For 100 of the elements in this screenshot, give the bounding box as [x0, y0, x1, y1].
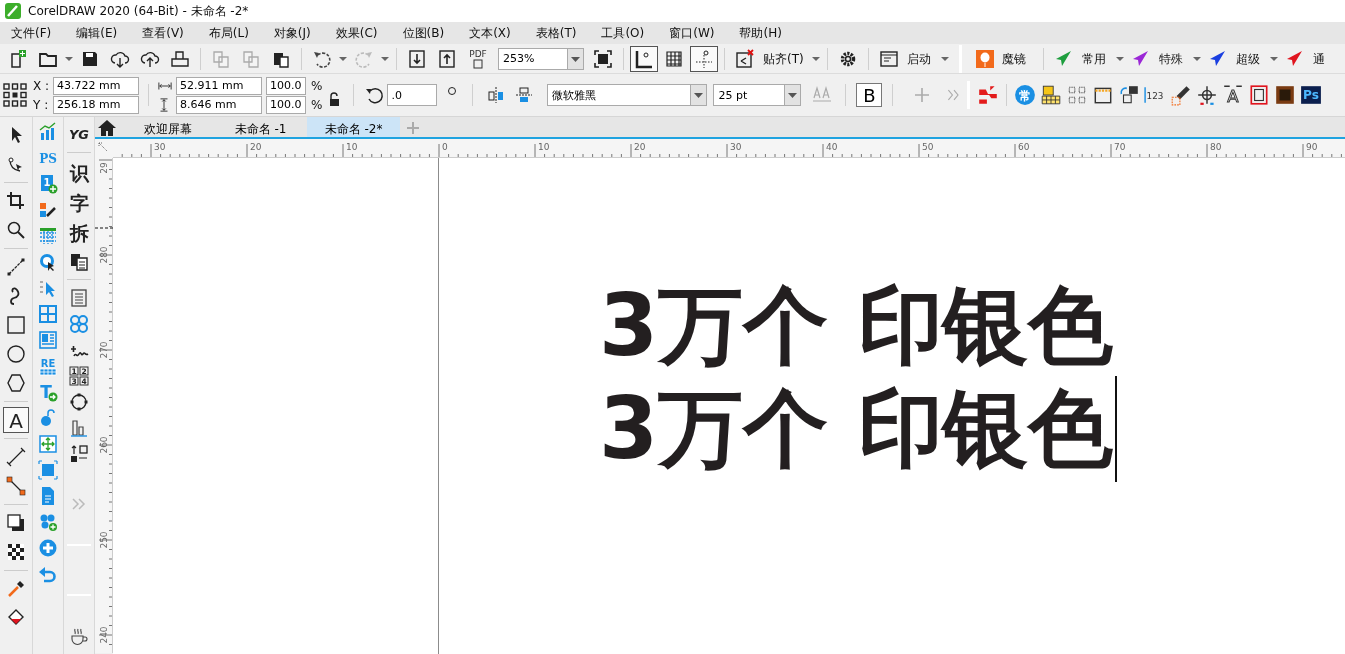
mirror-vertical-icon[interactable]	[514, 85, 535, 105]
text-tool-icon[interactable]: A	[3, 407, 29, 433]
print-icon[interactable]	[170, 48, 190, 69]
menu-item[interactable]: 帮助(H)	[728, 24, 796, 42]
menu-item[interactable]: 文本(X)	[458, 24, 525, 42]
circle-nodes-icon[interactable]	[69, 392, 89, 412]
launch-menu[interactable]: 启动	[906, 49, 931, 68]
scale-field[interactable]: 100.0	[266, 95, 307, 114]
layout-icon[interactable]	[38, 330, 58, 350]
character-tool[interactable]: 拆	[68, 221, 90, 245]
table-icon[interactable]	[38, 226, 58, 246]
anchor-points-icon[interactable]	[3, 83, 27, 107]
plugin-menu[interactable]: 超级	[1235, 49, 1260, 68]
plus-circle-icon[interactable]	[38, 538, 58, 558]
vertical-ruler[interactable]: 29 280 270 260 250 240	[95, 158, 113, 653]
copy-list-icon[interactable]	[69, 251, 89, 271]
full-screen-icon[interactable]	[593, 48, 613, 69]
menu-item[interactable]: 编辑(E)	[65, 24, 132, 42]
value-field[interactable]: 256.18 mm	[53, 95, 140, 114]
swap-icon[interactable]	[1118, 84, 1141, 106]
menu-item[interactable]: 文件(F)	[0, 24, 66, 42]
dropdown-button[interactable]	[690, 84, 708, 106]
field-label: Y :	[33, 96, 50, 114]
ruler-label: 80	[1210, 142, 1222, 152]
ruler-label: 30	[154, 142, 166, 152]
new-document-icon[interactable]	[8, 48, 28, 69]
move-icon[interactable]	[38, 434, 58, 454]
frame-border-icon[interactable]	[1248, 84, 1271, 106]
dropdown-button[interactable]	[784, 84, 802, 106]
rotate-icon[interactable]	[365, 85, 386, 105]
field-label: X :	[33, 77, 50, 95]
lock-icon[interactable]	[328, 92, 341, 106]
horizontal-ruler[interactable]: 30 20 10 0 10 20 30 40 50 60 70 80 90	[113, 139, 1345, 158]
rotation-field[interactable]: .0	[387, 84, 438, 106]
ruler-label: 30	[730, 142, 742, 152]
menu-item[interactable]: 位图(B)	[391, 24, 459, 42]
home-icon[interactable]	[97, 118, 117, 138]
menu-item[interactable]: 查看(V)	[131, 24, 198, 42]
plugin-button[interactable]: 魔镜	[1001, 49, 1026, 68]
value-field[interactable]: 43.722 mm	[53, 76, 140, 95]
guidelines-button[interactable]	[690, 45, 718, 72]
menu-item[interactable]: 对象(J)	[262, 24, 325, 42]
ruler-label: 10	[538, 142, 550, 152]
cursor-icon[interactable]	[38, 278, 58, 298]
artistic-text[interactable]: 3万个 印银色	[599, 276, 1113, 376]
group-add-icon[interactable]	[38, 512, 58, 532]
ruler-label: 70	[1114, 142, 1126, 152]
crosshair-icon[interactable]	[1196, 84, 1219, 106]
snap-menu[interactable]: 贴齐(T)	[763, 49, 804, 68]
plugin-menu[interactable]: 常用	[1081, 49, 1106, 68]
percent-label: %	[311, 77, 323, 95]
character-tool[interactable]: 字	[68, 191, 90, 215]
value-field[interactable]: 8.646 mm	[176, 95, 263, 114]
arrange-icon[interactable]	[69, 444, 89, 464]
menu-item[interactable]: 工具(O)	[590, 24, 659, 42]
value-field[interactable]: 52.911 mm	[176, 76, 263, 95]
selected-square-icon[interactable]	[38, 460, 58, 480]
ruler-label: 20	[634, 142, 646, 152]
balloon-icon[interactable]	[974, 48, 995, 69]
photo-frame-icon[interactable]	[1274, 84, 1297, 106]
ruler-label: 90	[1306, 142, 1318, 152]
dropdown-button[interactable]	[567, 47, 584, 70]
logo-icon[interactable]	[977, 84, 1000, 106]
color-picker-icon[interactable]	[38, 200, 58, 220]
ps-icon[interactable]: Ps	[1300, 84, 1323, 106]
export-icon[interactable]	[437, 48, 457, 69]
scale-field[interactable]: 100.0	[266, 76, 307, 95]
degree-icon	[447, 86, 458, 96]
bars-icon[interactable]	[69, 418, 89, 438]
color-picker-icon[interactable]	[1170, 84, 1193, 106]
font-size-field[interactable]: 25 pt	[713, 84, 785, 106]
flower-icon[interactable]	[69, 314, 89, 334]
ruler-label: 50	[922, 142, 934, 152]
drop-lock-icon[interactable]	[38, 408, 58, 428]
ruler-label: 280	[99, 246, 109, 264]
window-grid-icon[interactable]	[38, 304, 58, 324]
snap-icon[interactable]	[735, 48, 755, 69]
ruler-label: 0	[442, 142, 448, 152]
list-icon[interactable]	[69, 288, 89, 308]
menu-item[interactable]: 效果(C)	[324, 24, 392, 42]
window-icon[interactable]	[878, 48, 899, 69]
font-field[interactable]: 微软雅黑	[547, 84, 691, 106]
grid-pencil-icon[interactable]	[1040, 84, 1063, 106]
import-icon[interactable]	[407, 48, 427, 69]
text-logo-icon[interactable]: YG	[69, 124, 89, 144]
artistic-text[interactable]: 3万个 印银色	[599, 379, 1113, 479]
zoom-field[interactable]: 253%	[498, 47, 567, 70]
character-tool[interactable]: 识	[68, 161, 90, 185]
bold-button[interactable]: B	[856, 83, 883, 107]
plugin-menu[interactable]: 特殊	[1158, 49, 1183, 68]
rulers-button[interactable]	[630, 45, 658, 72]
menu-item[interactable]: 布局(L)	[197, 24, 263, 42]
undo-arrow-icon[interactable]	[38, 564, 58, 584]
menu-item[interactable]: 表格(T)	[524, 24, 591, 42]
plugin-menu[interactable]: 通	[1312, 49, 1325, 68]
connector-icon[interactable]	[3, 473, 29, 499]
menu-item[interactable]: 窗口(W)	[658, 24, 729, 42]
cup-icon[interactable]	[69, 626, 89, 646]
document-tab[interactable]: 未命名 -2*	[307, 117, 400, 137]
bar-chart-icon[interactable]	[38, 122, 58, 142]
